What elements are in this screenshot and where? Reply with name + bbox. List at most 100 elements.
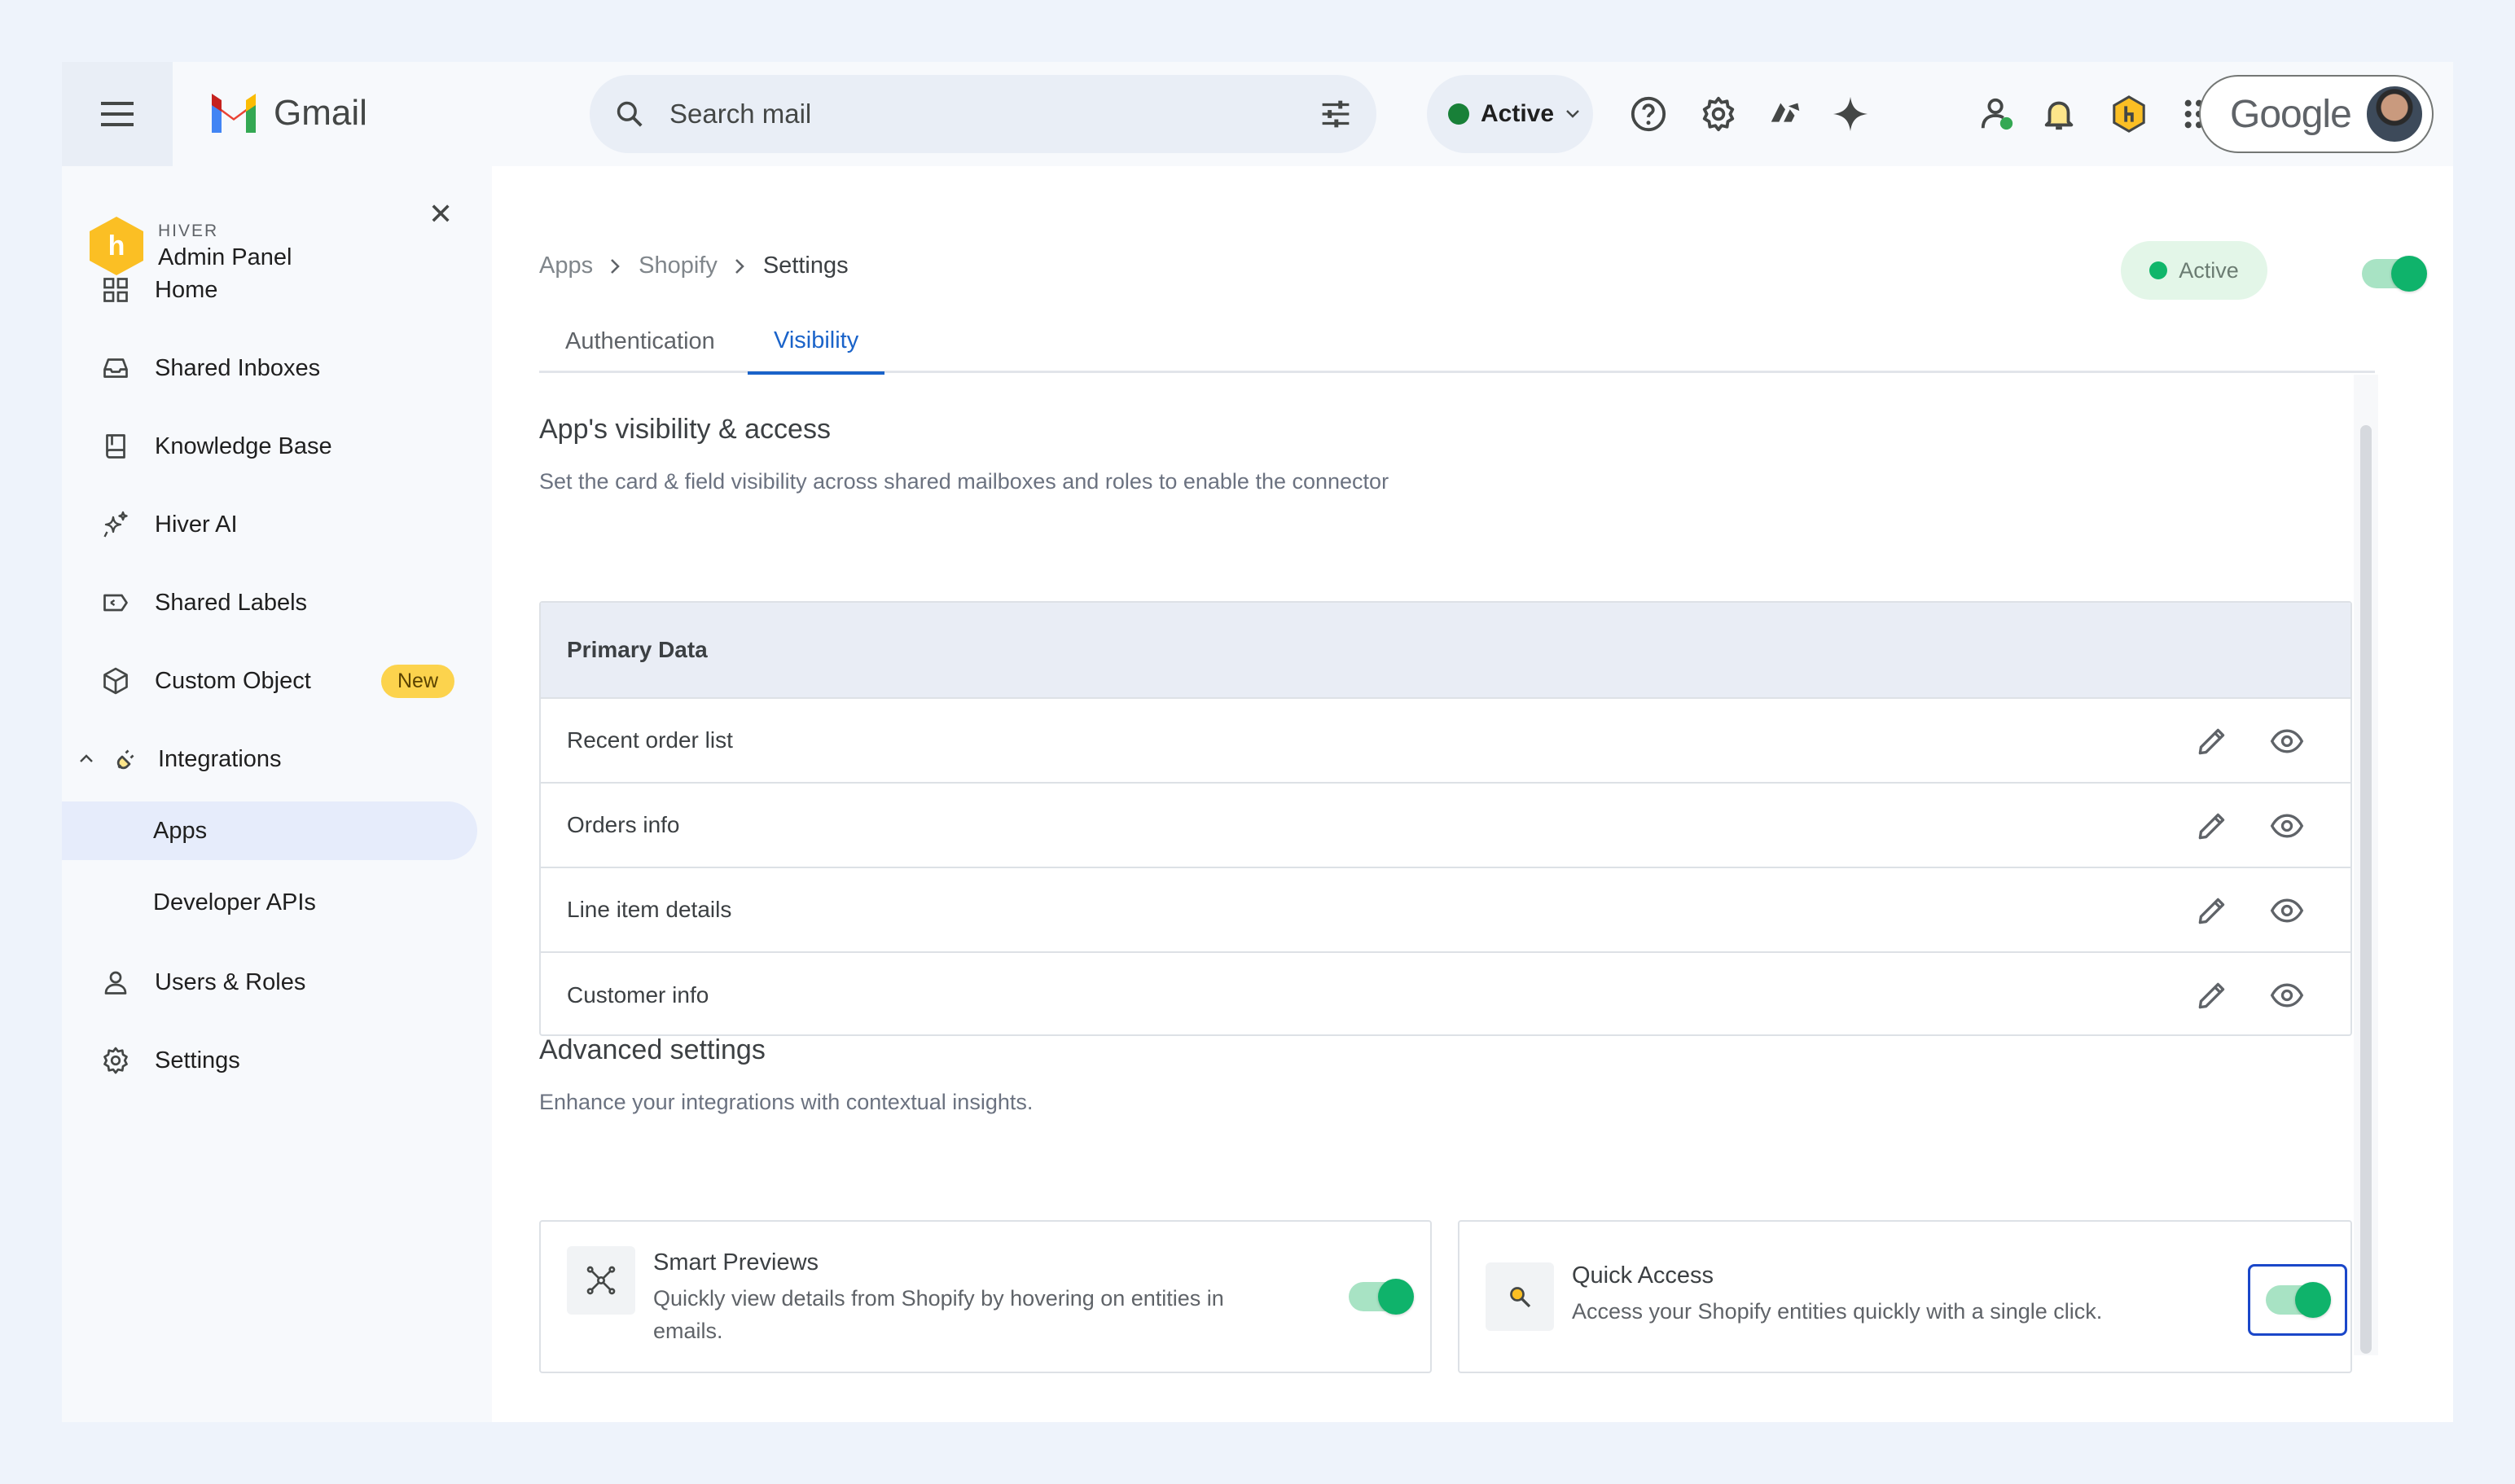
sidebar-item-label: Hiver AI [155, 511, 238, 538]
label-icon [103, 594, 128, 612]
edit-pencil-icon[interactable] [2194, 808, 2230, 844]
search-input[interactable] [669, 99, 1319, 130]
sidebar-item-apps[interactable]: Apps [62, 801, 477, 860]
new-badge: New [381, 665, 455, 698]
edit-pencil-icon[interactable] [2194, 977, 2230, 1013]
chevron-up-icon [80, 754, 93, 762]
advanced-section-subtitle: Enhance your integrations with contextua… [539, 1090, 1034, 1114]
sidebar-item-label: Shared Labels [155, 589, 308, 616]
inbox-icon [103, 358, 128, 378]
card-title: Quick Access [1572, 1262, 1714, 1289]
extension-icon[interactable] [1764, 93, 1806, 135]
avatar [2365, 85, 2424, 143]
row-label: Line item details [567, 897, 732, 922]
quick-access-toggle[interactable] [2266, 1282, 2331, 1318]
chevron-right-icon [735, 258, 744, 274]
table-row: Recent order list [541, 699, 2350, 784]
sidebar-item-label: Integrations [158, 745, 282, 772]
edit-pencil-icon[interactable] [2194, 893, 2230, 929]
toggle-knob [2295, 1282, 2331, 1318]
notification-bell-icon[interactable] [2038, 93, 2080, 135]
help-icon[interactable] [1627, 93, 1670, 135]
quick-access-card: Quick Access Access your Shopify entitie… [1458, 1220, 2352, 1373]
search-icon [617, 101, 643, 127]
toggle-knob [2391, 256, 2427, 292]
quick-access-icon [1486, 1262, 1554, 1331]
settings-panel: Apps Shopify Settings Active Authenticat… [492, 166, 2453, 1422]
sidebar-item-label: Developer APIs [153, 889, 316, 915]
sidebar-item-label: Users & Roles [155, 968, 306, 995]
status-dropdown[interactable]: Active [1427, 75, 1593, 153]
sidebar-item-shared-labels[interactable]: Shared Labels [62, 573, 477, 632]
plug-icon [116, 749, 134, 770]
visibility-section-title: App's visibility & access [539, 414, 831, 445]
table-row: Line item details [541, 868, 2350, 953]
sidebar-item-hiver-ai[interactable]: Hiver AI [62, 495, 477, 554]
tab-visibility[interactable]: Visibility [748, 310, 885, 375]
edit-pencil-icon[interactable] [2194, 723, 2230, 759]
sidebar-item-developer-apis[interactable]: Developer APIs [62, 873, 477, 932]
scrollbar[interactable] [2360, 425, 2372, 1354]
smart-previews-icon [567, 1246, 635, 1315]
smart-previews-card: Smart Previews Quickly view details from… [539, 1220, 1432, 1373]
contacts-status-icon[interactable] [1976, 93, 2018, 135]
breadcrumb-shopify[interactable]: Shopify [639, 252, 718, 279]
gmail-m-icon [212, 94, 256, 133]
cube-icon [103, 667, 128, 695]
status-label: Active [1481, 100, 1555, 127]
visibility-eye-icon[interactable] [2269, 808, 2305, 844]
sidebar-item-knowledge-base[interactable]: Knowledge Base [62, 417, 477, 476]
sidebar-item-shared-inboxes[interactable]: Shared Inboxes [62, 339, 477, 397]
main-menu-button[interactable] [62, 62, 173, 166]
card-title: Smart Previews [653, 1249, 819, 1275]
toggle-knob [1378, 1279, 1414, 1315]
search-filter-icon[interactable] [1319, 99, 1352, 129]
close-icon[interactable]: ✕ [428, 197, 453, 231]
gmail-wordmark: Gmail [274, 93, 367, 133]
tab-authentication[interactable]: Authentication [539, 310, 741, 373]
book-icon [106, 434, 125, 459]
gmail-logo[interactable]: Gmail [208, 93, 367, 134]
user-icon [104, 971, 127, 994]
visibility-eye-icon[interactable] [2269, 977, 2305, 1013]
sidebar-item-label: Shared Inboxes [155, 354, 321, 381]
breadcrumb-apps[interactable]: Apps [539, 252, 593, 279]
brand-name: HIVER [158, 221, 219, 240]
google-logo-text: Google [2230, 92, 2352, 136]
smart-previews-toggle[interactable] [1349, 1279, 1414, 1315]
breadcrumb: Apps Shopify Settings [539, 252, 849, 279]
sidebar-item-custom-object[interactable]: Custom Object New [62, 652, 477, 710]
visibility-eye-icon[interactable] [2269, 893, 2305, 929]
hiver-extension-icon[interactable] [2108, 93, 2150, 135]
sidebar-item-integrations[interactable]: Integrations [62, 730, 477, 788]
sidebar-item-label: Apps [153, 817, 208, 844]
settings-gear-icon[interactable] [1697, 93, 1740, 135]
sidebar-item-settings[interactable]: Settings [62, 1031, 477, 1090]
card-description: Quickly view details from Shopify by hov… [653, 1286, 1224, 1343]
visibility-eye-icon[interactable] [2269, 723, 2305, 759]
chevron-down-icon [1566, 110, 1579, 118]
admin-sidebar: h HIVER Admin Panel ✕ Home Shared Inboxe… [62, 166, 492, 1422]
table-row: Orders info [541, 784, 2350, 868]
settings-tabs: Authentication Visibility [539, 310, 2375, 375]
sidebar-item-home[interactable]: Home [62, 261, 477, 319]
table-header: Primary Data [541, 603, 2350, 699]
primary-data-table: Primary Data Recent order list Orders in… [539, 601, 2352, 1036]
google-account-button[interactable]: Google [2199, 75, 2434, 153]
gemini-sparkle-icon[interactable] [1829, 93, 1872, 135]
hamburger-menu-icon [101, 102, 134, 126]
sidebar-item-users-roles[interactable]: Users & Roles [62, 953, 477, 1012]
visibility-section-subtitle: Set the card & field visibility across s… [539, 469, 1389, 494]
grid-icon [103, 278, 128, 302]
breadcrumb-current: Settings [762, 252, 849, 279]
active-dot-icon [2149, 261, 2168, 279]
app-frame: Gmail Active Google h [62, 62, 2453, 1422]
row-label: Recent order list [567, 727, 733, 753]
row-label: Customer info [567, 982, 709, 1008]
sidebar-item-label: Custom Object [155, 667, 311, 694]
gear-icon [103, 1047, 128, 1074]
app-enable-toggle[interactable] [2362, 256, 2427, 292]
search-bar[interactable] [590, 75, 1376, 153]
status-badge: Active [2121, 241, 2267, 300]
status-badge-label: Active [2179, 257, 2239, 283]
